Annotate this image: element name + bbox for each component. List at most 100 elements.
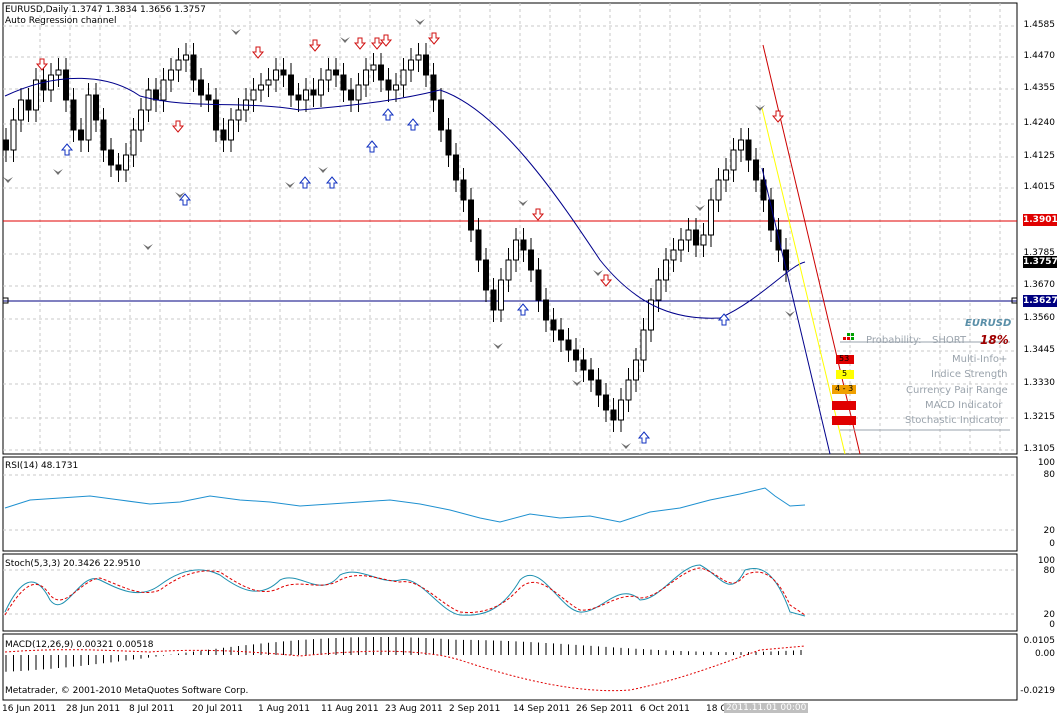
candle-body [468,199,474,231]
time-tick: 20 Jul 2011 [192,704,243,714]
fractal-marker-icon [143,244,153,250]
price-tag-line: 1.3627 [1023,295,1058,307]
candle-body [393,84,399,91]
rsi-label: RSI(14) 48.1731 [5,461,79,471]
candle-body [505,259,512,281]
candle-body [588,369,594,381]
macd-level-bottom: -0.0219 [1020,686,1055,696]
down-arrow-icon [599,274,613,287]
chart-canvas[interactable] [0,0,1059,716]
up-arrow-icon [717,313,731,326]
chip-stochastic [832,416,856,425]
down-arrow-icon [353,37,367,50]
candle-body [10,119,17,151]
candle-body [273,69,279,81]
price-tick: 1.3330 [1023,378,1056,388]
candle-body [400,69,407,86]
candle-body [123,154,129,171]
candle-body [520,239,527,251]
candle-body [550,319,557,331]
candle-body [670,249,677,261]
time-tick: 6 Oct 2011 [640,704,690,714]
down-arrow-icon [771,110,785,123]
candle-body [333,69,339,76]
time-tick: 26 Sep 2011 [576,704,634,714]
candle-body [423,54,429,76]
candle-body [745,139,752,161]
fractal-marker-icon [285,182,295,188]
candle-body [453,154,459,181]
price-tick: 1.4240 [1023,118,1056,128]
candle-body [633,359,639,381]
price-tick: 1.4355 [1023,83,1056,93]
candle-body [280,69,287,76]
candle-body [55,69,62,76]
candle-body [543,299,549,321]
candle-body [340,74,347,91]
candle-body [625,379,632,401]
candle-body [78,129,84,141]
macd-level-top: 0.0105 [1023,636,1056,646]
row-indice-strength: Indice Strength [931,369,1008,380]
candle-body [460,179,467,201]
candle-body [775,229,782,251]
candle-body [183,54,189,61]
symbol-label: EURUSD,Daily 1.3747 1.3834 1.3656 1.3757 [5,5,206,15]
probability-percent: 18% [980,333,1009,347]
candle-body [610,409,617,421]
price-tag-level: 1.3901 [1023,214,1058,226]
candle-body [475,229,482,261]
rsi-line [4,487,806,523]
candle-body [220,129,227,141]
candle-body [730,149,737,171]
candle-body [738,139,744,151]
candle-body [355,84,362,101]
stoch-level-100: 100 [1037,556,1055,566]
candle-body [153,89,159,101]
candle-body [753,159,759,181]
candle-body [325,69,332,81]
stoch-level-0: 0 [1049,620,1055,630]
candle-body [198,79,204,96]
price-tick: 1.3105 [1023,444,1056,454]
fractal-marker-icon [3,177,13,183]
candle-body [370,64,377,71]
candle-body [258,84,264,91]
candle-body [535,269,542,301]
up-arrow-icon [365,140,379,153]
candle-body [408,59,414,71]
candle-body [115,164,122,171]
macd-label: MACD(12,26,9) 0.00321 0.00518 [5,640,154,650]
candle-body [310,89,317,96]
candle-body [235,109,242,121]
row-multi-info: Multi-Info+ [952,354,1008,365]
panel-dots-icon [843,333,857,341]
up-arrow-icon [325,176,339,189]
fractal-marker-icon [340,37,350,43]
candle-body [595,379,602,396]
time-tick: 16 Jun 2011 [2,704,57,714]
candle-body [528,249,534,271]
candle-body [573,349,579,361]
moving-average-line [4,77,806,319]
rsi-level-80: 80 [1043,470,1055,480]
price-tick: 1.3560 [1023,313,1056,323]
stoch-signal-line [4,567,806,616]
candle-body [190,54,197,81]
candle-body [93,94,99,121]
fractal-marker-icon [695,205,705,211]
fractal-marker-icon [621,443,631,449]
down-arrow-icon [251,46,265,59]
stoch-panel-frame [2,553,1018,632]
stoch-level-80: 80 [1043,566,1055,576]
row-currency-range: Currency Pair Range [906,385,1008,396]
stoch-level-20: 20 [1043,610,1055,620]
row-macd: MACD Indicator [925,400,1003,411]
down-arrow-icon [379,34,393,47]
candle-body [498,279,504,311]
candle-body [145,89,152,111]
candle-body [3,139,9,151]
price-tick: 1.3670 [1023,280,1056,290]
probability-direction: SHORT [932,335,967,346]
chip-indice-strength: 5 [836,369,854,379]
